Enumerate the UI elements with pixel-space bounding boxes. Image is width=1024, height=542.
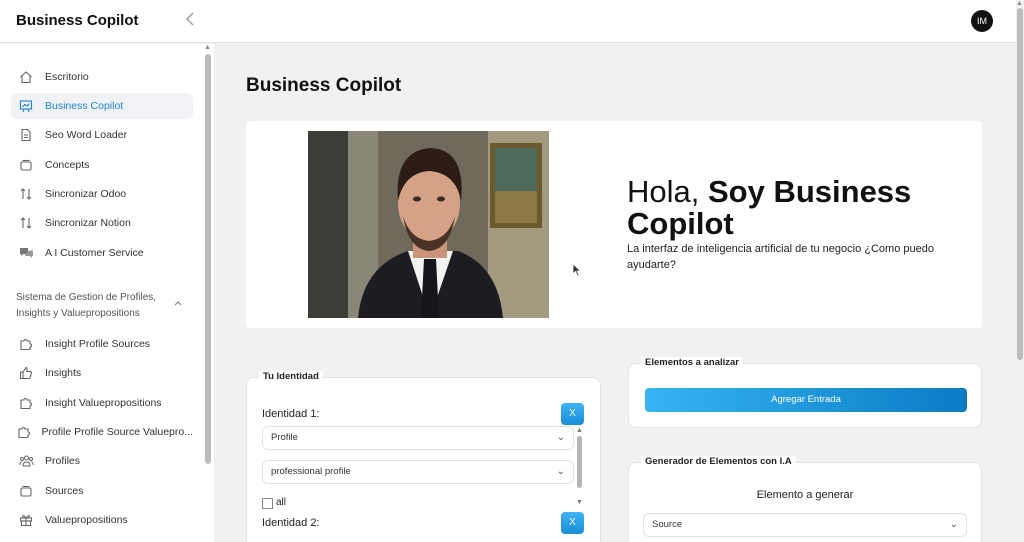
hero-greeting-prefix: Hola, (627, 174, 708, 209)
sidebar-item-sincronizar-notion[interactable]: Sincronizar Notion (11, 210, 193, 236)
inner-scroll-up-arrow[interactable]: ▲ (576, 427, 583, 434)
inner-scrollbar[interactable] (577, 436, 582, 488)
sidebar-item-label: Sources (45, 485, 84, 497)
sidebar-item-valuepropositions[interactable]: Valuepropositions (11, 507, 193, 533)
identity-1-profile-select[interactable]: professional profile ⌄ (262, 460, 574, 484)
mouse-cursor-icon (572, 263, 582, 282)
sidebar-item-label: Profiles (45, 455, 81, 467)
chevron-down-icon: ⌄ (556, 466, 565, 477)
puzzle-icon (17, 394, 35, 412)
main-scroll-up-arrow[interactable]: ▲ (1016, 0, 1023, 7)
sidebar-item-sources[interactable]: Sources (11, 478, 193, 504)
inner-scroll-down-arrow[interactable]: ▼ (576, 499, 583, 506)
chat-bubbles-icon (17, 244, 35, 262)
hero-subtitle: La interfaz de inteligencia artificial d… (627, 243, 934, 271)
select-value: Source (652, 519, 683, 530)
add-entry-button[interactable]: Agregar Entrada (645, 388, 967, 412)
all-checkbox[interactable] (262, 498, 273, 509)
sidebar-scroll-up-arrow[interactable]: ▲ (204, 44, 211, 51)
hero-heading: Hola, Soy Business Copilot (627, 176, 967, 240)
sidebar-item-label: Insights (45, 367, 82, 379)
sidebar-item-insight-valuepropositions[interactable]: Insight Valuepropositions (11, 390, 193, 416)
sidebar-item-profile-profile-source-valuepro[interactable]: Profile Profile Source Valuepro... (11, 419, 193, 445)
sidebar-scrollbar[interactable] (205, 54, 211, 464)
sidebar-item-insights[interactable]: Insights (11, 360, 193, 386)
generator-title: Elemento a generar (756, 489, 854, 501)
presentation-icon (17, 97, 35, 115)
sidebar-item-label: Insight Valuepropositions (45, 397, 162, 409)
sidebar-item-sincronizar-odoo[interactable]: Sincronizar Odoo (11, 181, 193, 207)
top-bar: Business Copilot IM (0, 0, 1016, 43)
elements-card-legend: Elementos a analizar (641, 357, 743, 368)
sidebar-item-label: Insight Profile Sources (45, 338, 151, 350)
sync-arrows-icon (17, 214, 35, 232)
sidebar-item-label: Seo Word Loader (45, 129, 128, 141)
sidebar-item-insight-profile-sources[interactable]: Insight Profile Sources (11, 331, 193, 357)
sidebar-item-label: Concepts (45, 159, 90, 171)
element-type-select[interactable]: Source ⌄ (643, 513, 967, 537)
sidebar-item-escritorio[interactable]: Escritorio (11, 64, 193, 90)
identity-1-type-select[interactable]: Profile ⌄ (262, 426, 574, 450)
users-icon (17, 452, 35, 470)
gift-icon (17, 511, 35, 529)
document-icon (17, 126, 35, 144)
home-icon (17, 68, 35, 86)
chevron-up-icon[interactable] (174, 298, 182, 309)
sidebar: Escritorio Business Copilot Seo Word Loa… (0, 44, 214, 542)
sidebar-item-concepts[interactable]: Concepts (11, 152, 193, 178)
hero-banner: Hola, Soy Business Copilot La interfaz d… (246, 121, 982, 328)
copilot-portrait-image (308, 131, 549, 318)
sidebar-item-label: Valuepropositions (45, 514, 128, 526)
sidebar-item-ai-customer-service[interactable]: A I Customer Service (11, 240, 193, 266)
puzzle-icon (17, 335, 35, 353)
generator-card-legend: Generador de Elementos con I.A (641, 456, 796, 467)
layers-icon (17, 156, 35, 174)
chevron-down-icon: ⌄ (949, 519, 958, 530)
all-checkbox-label: all (276, 497, 287, 508)
user-avatar[interactable]: IM (971, 10, 993, 32)
sidebar-item-label: Profile Profile Source Valuepro... (41, 426, 193, 438)
layers-icon (17, 482, 35, 500)
identity-card-legend: Tu Identidad (259, 371, 323, 382)
identity-2-label: Identidad 2: (262, 517, 320, 529)
elements-card: Elementos a analizar Agregar Entrada (628, 357, 982, 428)
remove-identity-2-button[interactable]: X (561, 512, 584, 534)
sidebar-item-label: Sincronizar Notion (45, 217, 131, 229)
sidebar-item-seo-word-loader[interactable]: Seo Word Loader (11, 122, 193, 148)
sidebar-item-label: A I Customer Service (45, 247, 144, 259)
sidebar-item-business-copilot[interactable]: Business Copilot (11, 93, 193, 119)
sidebar-item-label: Business Copilot (45, 100, 124, 112)
app-brand[interactable]: Business Copilot (16, 12, 139, 29)
select-value: professional profile (271, 466, 351, 477)
sidebar-section-title[interactable]: Sistema de Gestion de Profiles, Insights… (16, 290, 166, 322)
sidebar-item-profiles[interactable]: Profiles (11, 448, 193, 474)
select-value: Profile (271, 432, 298, 443)
puzzle-icon (17, 423, 31, 441)
identity-card: Tu Identidad Identidad 1: X Profile ⌄ pr… (246, 371, 601, 542)
thumbs-up-icon (17, 364, 35, 382)
collapse-sidebar-icon[interactable] (182, 12, 198, 30)
sync-arrows-icon (17, 185, 35, 203)
identity-1-label: Identidad 1: (262, 408, 320, 420)
chevron-down-icon: ⌄ (556, 432, 565, 443)
sidebar-item-label: Escritorio (45, 71, 89, 83)
generator-card: Generador de Elementos con I.A Elemento … (628, 456, 982, 542)
page-title: Business Copilot (246, 75, 402, 96)
remove-identity-1-button[interactable]: X (561, 403, 584, 425)
sidebar-item-label: Sincronizar Odoo (45, 188, 127, 200)
main-scrollbar[interactable] (1017, 8, 1023, 360)
